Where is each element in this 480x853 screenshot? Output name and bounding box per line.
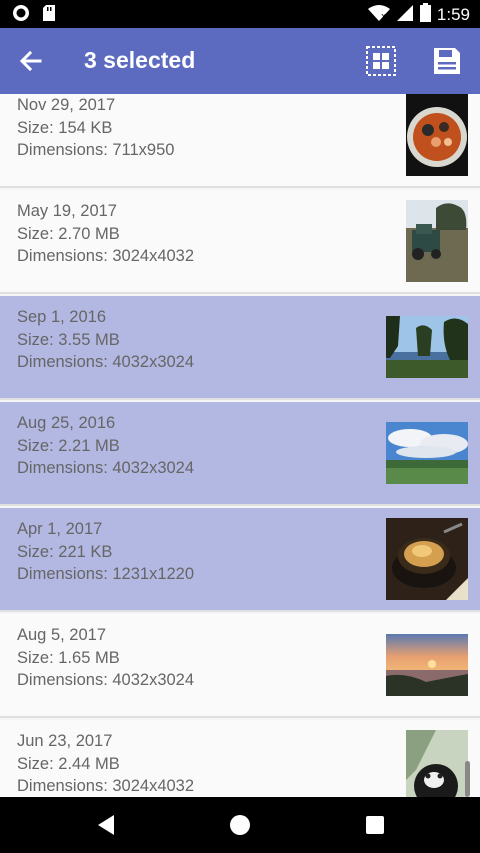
save-icon [430, 48, 464, 82]
item-dimensions: Dimensions: 3024x4032 [17, 247, 195, 265]
thumbnail-soup-bowl [406, 94, 468, 176]
item-date: Nov 29, 2017 [17, 96, 116, 114]
item-size: Size: 2.44 MB [17, 754, 120, 773]
item-dimensions: Dimensions: 3024x4032 [17, 777, 195, 795]
list-item[interactable]: Apr 1, 2017 Size: 221 KB Dimensions: 123… [0, 508, 480, 612]
status-time: 1:59 [436, 5, 470, 24]
square-recents-icon [361, 816, 389, 843]
item-dimensions: Dimensions: 4032x3024 [17, 459, 195, 477]
item-size: Size: 1.65 MB [17, 648, 120, 667]
notification-circle-icon [12, 4, 30, 27]
grid-icon [364, 46, 398, 82]
list-item[interactable]: Aug 5, 2017 Size: 1.65 MB Dimensions: 40… [0, 614, 480, 718]
list-item[interactable]: Jun 23, 2017 Size: 2.44 MB Dimensions: 3… [0, 720, 480, 797]
nav-home-button[interactable] [226, 811, 254, 839]
item-dimensions: Dimensions: 711x950 [17, 141, 175, 159]
signal-icon [396, 4, 414, 27]
page-title: 3 selected [84, 47, 196, 73]
item-dimensions: Dimensions: 4032x3024 [17, 353, 195, 371]
svg-text:x: x [381, 12, 387, 22]
select-all-button[interactable] [364, 44, 398, 78]
item-date: Aug 25, 2016 [17, 414, 116, 432]
thumbnail-cat-portrait [406, 730, 468, 797]
back-button[interactable] [14, 44, 48, 78]
circle-home-icon [226, 815, 254, 843]
thumbnail-sunset [386, 634, 468, 696]
triangle-back-icon [92, 815, 120, 843]
list-item[interactable]: Sep 1, 2016 Size: 3.55 MB Dimensions: 40… [0, 296, 480, 400]
sd-card-icon [42, 4, 56, 27]
thumbnail-lake-trees [386, 316, 468, 378]
thumbnail-tractor-field [406, 200, 468, 282]
item-dimensions: Dimensions: 4032x3024 [17, 671, 195, 689]
app-bar: 3 selected [0, 28, 480, 94]
item-size: Size: 2.70 MB [17, 224, 120, 243]
status-bar: x 1:59 [0, 0, 480, 28]
battery-icon [419, 3, 431, 27]
item-size: Size: 154 KB [17, 118, 113, 137]
arrow-back-icon [14, 50, 48, 82]
item-date: Aug 5, 2017 [17, 626, 106, 644]
nav-recents-button[interactable] [361, 811, 389, 839]
wifi-icon: x [367, 4, 390, 27]
item-size: Size: 3.55 MB [17, 330, 120, 349]
item-date: May 19, 2017 [17, 202, 117, 220]
thumbnail-cloudy-sky [386, 422, 468, 484]
thumbnail-onion-soup [386, 518, 468, 600]
image-list[interactable]: Nov 29, 2017 Size: 154 KB Dimensions: 71… [0, 94, 480, 797]
system-nav-bar [0, 797, 480, 853]
item-date: Jun 23, 2017 [17, 732, 113, 750]
item-dimensions: Dimensions: 1231x1220 [17, 565, 195, 583]
item-date: Apr 1, 2017 [17, 520, 103, 538]
item-size: Size: 2.21 MB [17, 436, 120, 455]
list-item[interactable]: May 19, 2017 Size: 2.70 MB Dimensions: 3… [0, 190, 480, 294]
scrollbar[interactable] [465, 761, 470, 797]
item-date: Sep 1, 2016 [17, 308, 106, 326]
list-item[interactable]: Aug 25, 2016 Size: 2.21 MB Dimensions: 4… [0, 402, 480, 506]
nav-back-button[interactable] [92, 811, 120, 839]
list-item[interactable]: Nov 29, 2017 Size: 154 KB Dimensions: 71… [0, 94, 480, 188]
save-button[interactable] [430, 44, 464, 78]
item-size: Size: 221 KB [17, 542, 113, 561]
